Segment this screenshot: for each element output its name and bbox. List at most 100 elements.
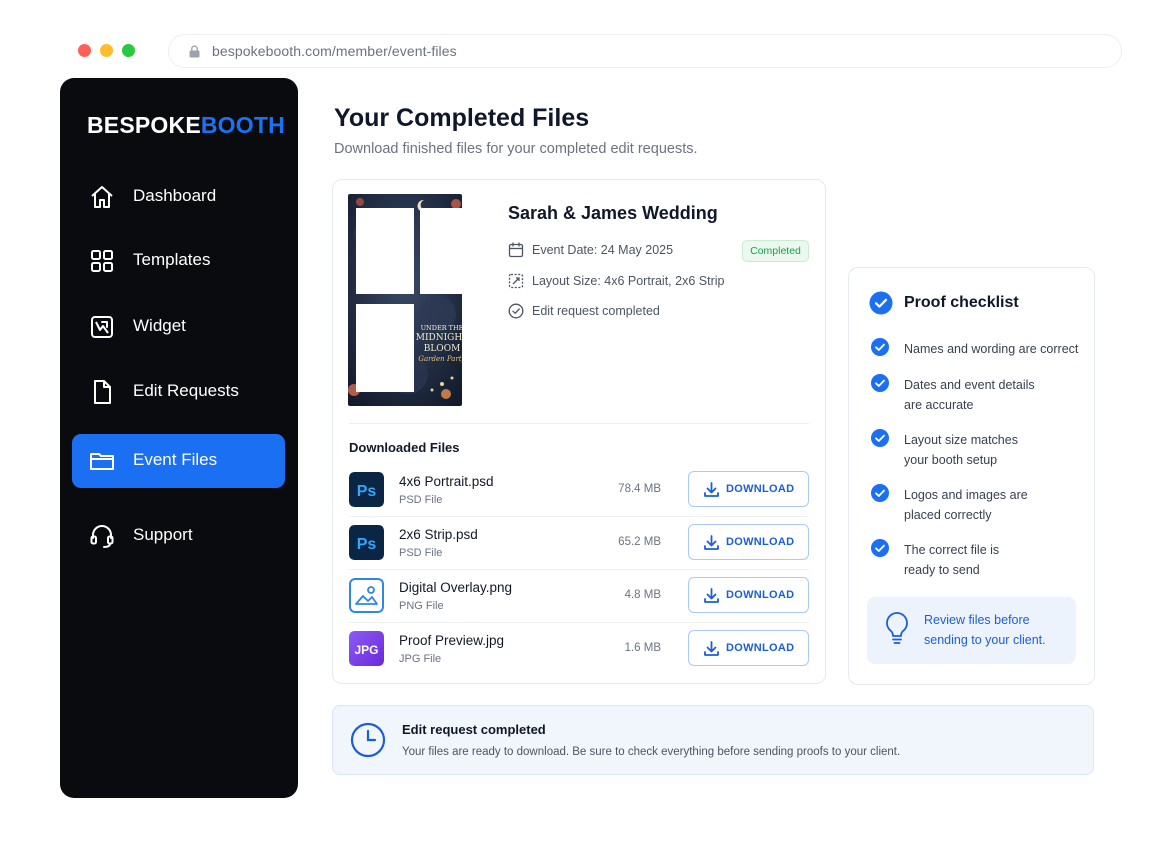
download-label: DOWNLOAD: [726, 642, 795, 654]
sidebar-item-label: Support: [133, 525, 193, 544]
logo[interactable]: BESPOKEBOOTH: [87, 112, 285, 139]
checklist-item-text-2: your booth setup: [904, 453, 998, 467]
lightbulb-icon: [886, 612, 908, 644]
image-icon: [349, 578, 384, 613]
download-button[interactable]: DOWNLOAD: [688, 630, 809, 666]
tip-text-2: sending to your client.: [924, 633, 1046, 647]
sidebar-item-templates[interactable]: Templates: [72, 234, 285, 288]
file-type: PSD File: [399, 547, 443, 559]
banner-title: Edit request completed: [402, 722, 546, 737]
checklist-title: Proof checklist: [904, 294, 1019, 311]
download-button[interactable]: DOWNLOAD: [688, 524, 809, 560]
maximize-window-button[interactable]: [122, 44, 135, 57]
file-size: 65.2 MB: [618, 536, 661, 548]
lock-icon: [189, 45, 200, 58]
download-icon: [704, 588, 719, 603]
photoshop-icon: Ps: [349, 472, 384, 507]
download-icon: [704, 482, 719, 497]
document-icon: [94, 380, 111, 404]
check-icon: [871, 374, 889, 392]
file-row: JPG Proof Preview.jpg JPG File 1.6 MB DO…: [349, 623, 809, 676]
main-content: Your Completed Files Download finished f…: [302, 78, 1122, 798]
file-name: Digital Overlay.png: [399, 580, 513, 595]
clock-icon: [350, 722, 386, 758]
headset-icon: [90, 525, 114, 548]
download-label: DOWNLOAD: [726, 536, 795, 548]
file-name: 4x6 Portrait.psd: [399, 474, 494, 489]
checklist-item-text: Logos and images are: [904, 488, 1028, 502]
file-type: PSD File: [399, 494, 443, 506]
tip-text: Review files before: [924, 613, 1030, 627]
sidebar-item-event-files[interactable]: Event Files: [72, 434, 285, 488]
home-icon: [91, 186, 113, 208]
sidebar-item-dashboard[interactable]: Dashboard: [72, 170, 285, 224]
sidebar-item-widget[interactable]: Widget: [72, 300, 285, 354]
sidebar-item-label: Edit Requests: [133, 381, 239, 400]
checklist-item-text: Dates and event details: [904, 378, 1035, 392]
event-card: UNDER THE MIDNIGHT BLOOM Garden Party Sa…: [332, 179, 826, 684]
check-icon: [871, 484, 889, 502]
svg-text:MIDNIGHT: MIDNIGHT: [416, 333, 462, 343]
event-title: Sarah & James Wedding: [508, 203, 718, 223]
sidebar-item-label: Dashboard: [133, 186, 217, 205]
download-icon: [704, 535, 719, 550]
sidebar-item-edit-requests[interactable]: Edit Requests: [72, 365, 285, 419]
checklist-item-text-2: ready to send: [904, 563, 980, 577]
file-size: 4.8 MB: [624, 589, 661, 601]
close-window-button[interactable]: [78, 44, 91, 57]
svg-text:Garden Party: Garden Party: [418, 355, 462, 363]
review-tip: Review files before sending to your clien…: [867, 597, 1076, 664]
banner-text: Your files are ready to download. Be sur…: [402, 746, 901, 758]
svg-text:UNDER THE: UNDER THE: [421, 324, 462, 332]
sidebar: BESPOKEBOOTH Dashboard Templates Widget: [60, 78, 298, 798]
layout-size-icon: [508, 273, 524, 289]
file-name: Proof Preview.jpg: [399, 633, 505, 648]
download-button[interactable]: DOWNLOAD: [688, 471, 809, 507]
divider: [349, 423, 809, 424]
browser-window: bespokebooth.com/member/event-files BESP…: [58, 26, 1122, 802]
file-row: Digital Overlay.png PNG File 4.8 MB DOWN…: [349, 570, 809, 623]
calendar-icon: [508, 242, 524, 258]
checklist-item-text: Names and wording are correct: [904, 342, 1079, 356]
svg-text:BLOOM: BLOOM: [424, 344, 461, 354]
file-size: 78.4 MB: [618, 483, 661, 495]
download-label: DOWNLOAD: [726, 589, 795, 601]
file-name: 2x6 Strip.psd: [399, 527, 478, 542]
checklist-item-text: The correct file is: [904, 543, 1000, 557]
logo-text-bespoke: BESPOKE: [87, 112, 201, 138]
event-date-text: Event Date: 24 May 2025: [532, 243, 674, 257]
download-icon: [704, 641, 719, 656]
check-circle-icon: [508, 303, 524, 319]
event-status-text: Edit request completed: [532, 304, 660, 318]
sidebar-item-label: Templates: [133, 250, 211, 269]
proof-checklist: Proof checklist Names and wording are co…: [848, 267, 1095, 685]
svg-text:JPG: JPG: [354, 643, 378, 657]
check-icon: [871, 539, 889, 557]
file-row: Ps 2x6 Strip.psd PSD File 65.2 MB DOWNLO…: [349, 517, 809, 570]
download-button[interactable]: DOWNLOAD: [688, 577, 809, 613]
event-layout-text: Layout Size: 4x6 Portrait, 2x6 Strip: [532, 274, 725, 288]
sidebar-item-label: Event Files: [133, 450, 218, 469]
check-badge-icon: [869, 291, 893, 315]
sidebar-item-label: Widget: [133, 316, 186, 335]
url-text: bespokebooth.com/member/event-files: [212, 43, 457, 59]
widget-icon: [91, 316, 113, 338]
photoshop-icon: Ps: [349, 525, 384, 560]
address-bar[interactable]: bespokebooth.com/member/event-files: [168, 34, 1122, 68]
page-subtitle: Download finished files for your complet…: [334, 141, 698, 157]
event-template-thumbnail[interactable]: UNDER THE MIDNIGHT BLOOM Garden Party: [348, 194, 462, 406]
page-title: Your Completed Files: [334, 104, 590, 132]
checklist-item-text-2: are accurate: [904, 398, 974, 412]
logo-text-booth: BOOTH: [200, 112, 285, 138]
checklist-item-text: Layout size matches: [904, 433, 1018, 447]
check-icon: [871, 429, 889, 447]
status-badge: Completed: [742, 240, 809, 262]
file-type: PNG File: [399, 600, 444, 612]
file-type: JPG File: [399, 653, 442, 665]
browser-chrome: bespokebooth.com/member/event-files: [58, 26, 1122, 76]
check-icon: [871, 338, 889, 356]
completion-banner: Edit request completed Your files are re…: [332, 705, 1094, 775]
minimize-window-button[interactable]: [100, 44, 113, 57]
sidebar-item-support[interactable]: Support: [72, 509, 285, 563]
folder-icon: [90, 453, 114, 470]
